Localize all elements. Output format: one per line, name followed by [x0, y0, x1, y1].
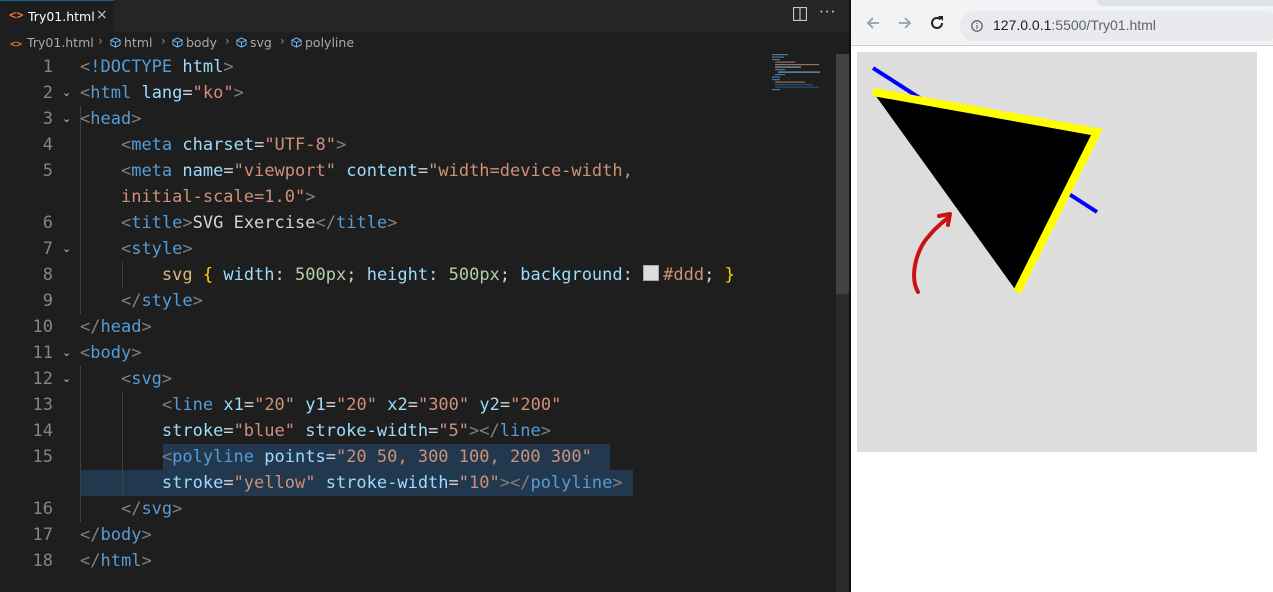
code-line: <body>	[80, 343, 142, 363]
tab-try01-html[interactable]: <> Try01.html ×	[0, 0, 114, 32]
breadcrumb: <> Try01.html › html › body › svg › polyl…	[0, 33, 840, 53]
line-number: 4	[42, 135, 53, 155]
reload-icon[interactable]	[927, 13, 947, 33]
element-icon	[110, 37, 121, 48]
code-line: </svg>	[120, 499, 183, 519]
breadcrumb-svg[interactable]: svg	[236, 35, 272, 50]
code-line: </html>	[80, 551, 152, 571]
split-editor-icon[interactable]	[793, 7, 807, 21]
fold-chevron-icon[interactable]: ⌄	[62, 236, 74, 262]
code-line: </body>	[80, 525, 152, 545]
line-number: 2	[42, 83, 53, 103]
editor-tab-bar: <> Try01.html × ···	[0, 0, 850, 32]
code-line: svg { width: 500px; height: 500px; backg…	[161, 265, 735, 285]
back-arrow-icon[interactable]	[863, 13, 883, 33]
line-number: 13	[32, 395, 53, 415]
line-number: 17	[32, 525, 53, 545]
chevron-right-icon: ›	[161, 34, 166, 48]
scrollbar-thumb[interactable]	[836, 54, 850, 294]
code-line: <polyline points="20 50, 300 100, 200 30…	[161, 447, 592, 467]
browser-tab-edge	[1097, 0, 1273, 6]
tab-label: Try01.html	[28, 9, 95, 24]
code-line: <html lang="ko">	[80, 83, 244, 103]
line-number: 18	[32, 551, 53, 571]
line-number: 5	[42, 161, 53, 181]
browser-window: 127.0.0.1:5500/Try01.html	[851, 0, 1273, 592]
html-file-icon: <>	[10, 39, 23, 50]
element-icon	[236, 37, 247, 48]
forward-arrow-icon[interactable]	[895, 13, 915, 33]
code-line: stroke="yellow" stroke-width="10"></poly…	[161, 473, 623, 493]
chevron-right-icon: ›	[225, 34, 230, 48]
line-number: 12	[32, 369, 53, 389]
line-number: 14	[32, 421, 53, 441]
minimap[interactable]	[770, 54, 822, 94]
chevron-right-icon: ›	[98, 34, 103, 48]
line-number: 11	[32, 343, 53, 363]
code-line: initial-scale=1.0">	[120, 187, 316, 207]
code-line: <meta charset="UTF-8">	[120, 135, 347, 155]
fold-chevron-icon[interactable]: ⌄	[62, 340, 74, 366]
breadcrumb-file[interactable]: <> Try01.html	[10, 35, 94, 50]
site-info-icon[interactable]	[971, 20, 983, 32]
code-line: <title>SVG Exercise</title>	[120, 213, 398, 233]
line-number: 10	[32, 317, 53, 337]
code-line: <line x1="20" y1="20" x2="300" y2="200"	[161, 395, 562, 415]
fold-chevron-icon[interactable]: ⌄	[62, 366, 74, 392]
code-editor[interactable]: <> Try01.html × ··· <> Try01.html › html …	[0, 0, 850, 592]
breadcrumb-html[interactable]: html	[110, 35, 152, 50]
line-number: 7	[42, 239, 53, 259]
chevron-right-icon: ›	[280, 34, 285, 48]
browser-toolbar: 127.0.0.1:5500/Try01.html	[851, 0, 1273, 46]
color-swatch[interactable]	[643, 265, 660, 281]
line-number: 16	[32, 499, 53, 519]
rendered-svg	[857, 52, 1257, 452]
code-line: <meta name="viewport" content="width=dev…	[120, 161, 633, 181]
line-number: 3	[42, 109, 53, 129]
fold-chevron-icon[interactable]: ⌄	[62, 80, 74, 106]
line-number: 8	[42, 265, 53, 285]
code-line: <!DOCTYPE html>	[80, 57, 234, 77]
more-actions-icon[interactable]: ···	[819, 3, 836, 21]
close-icon[interactable]: ×	[96, 7, 108, 23]
code-line: stroke="blue" stroke-width="5"></line>	[161, 421, 551, 441]
code-line: <head>	[80, 109, 142, 129]
line-number: 1	[42, 57, 53, 77]
element-icon	[172, 37, 183, 48]
fold-chevron-icon[interactable]: ⌄	[62, 106, 74, 132]
html-file-icon: <>	[9, 8, 24, 22]
line-number: 9	[42, 291, 53, 311]
code-line: <style>	[120, 239, 193, 259]
element-icon	[291, 37, 302, 48]
code-line: </head>	[80, 317, 152, 337]
line-number: 15	[32, 447, 53, 467]
breadcrumb-body[interactable]: body	[172, 35, 217, 50]
code-line: </style>	[120, 291, 203, 311]
url-text: 127.0.0.1:5500/Try01.html	[993, 17, 1156, 33]
line-number: 6	[42, 213, 53, 233]
code-line: <svg>	[120, 369, 173, 389]
address-bar[interactable]: 127.0.0.1:5500/Try01.html	[960, 11, 1273, 41]
breadcrumb-polyline[interactable]: polyline	[291, 35, 354, 50]
